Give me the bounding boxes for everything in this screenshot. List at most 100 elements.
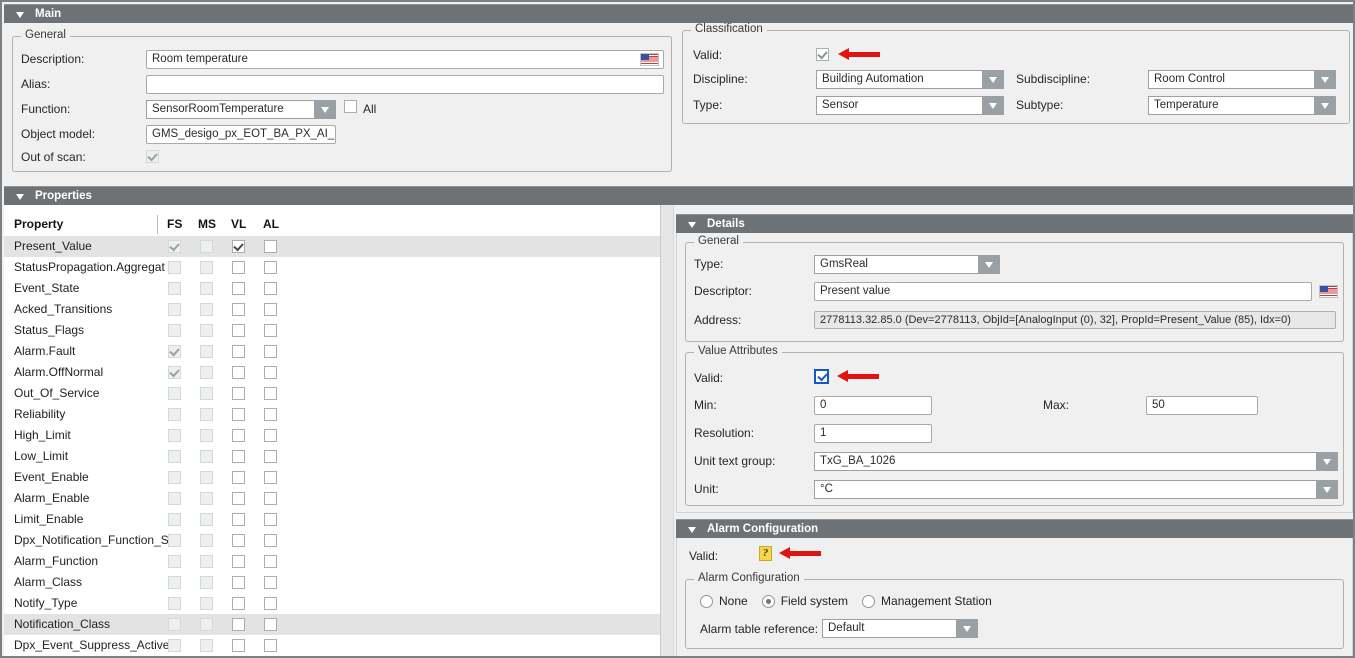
vl-checkbox[interactable] xyxy=(232,639,245,652)
al-checkbox[interactable] xyxy=(264,597,277,610)
table-row[interactable]: Acked_Transitions xyxy=(4,299,660,320)
column-header-property[interactable]: Property xyxy=(14,217,63,231)
ms-checkbox[interactable] xyxy=(200,303,213,316)
resolution-input[interactable]: 1 xyxy=(814,424,932,443)
al-checkbox[interactable] xyxy=(264,576,277,589)
undefined-state-help-icon[interactable]: ? xyxy=(759,546,772,561)
ms-checkbox[interactable] xyxy=(200,639,213,652)
ms-checkbox[interactable] xyxy=(200,324,213,337)
vl-checkbox[interactable] xyxy=(232,345,245,358)
ms-checkbox[interactable] xyxy=(200,513,213,526)
al-checkbox[interactable] xyxy=(264,324,277,337)
table-row[interactable]: High_Limit xyxy=(4,425,660,446)
al-checkbox[interactable] xyxy=(264,618,277,631)
ms-checkbox[interactable] xyxy=(200,576,213,589)
table-row[interactable]: StatusPropagation.Aggregat xyxy=(4,257,660,278)
column-header-vl[interactable]: VL xyxy=(231,217,246,231)
collapse-triangle-icon[interactable] xyxy=(688,527,696,533)
radio-option-field-system[interactable]: Field system xyxy=(762,594,848,608)
al-checkbox[interactable] xyxy=(264,240,277,253)
fs-checkbox[interactable] xyxy=(168,240,181,253)
fs-checkbox[interactable] xyxy=(168,471,181,484)
fs-checkbox[interactable] xyxy=(168,429,181,442)
fs-checkbox[interactable] xyxy=(168,576,181,589)
al-checkbox[interactable] xyxy=(264,282,277,295)
details-type-dropdown[interactable]: GmsReal xyxy=(814,255,1000,274)
object-model-input[interactable]: GMS_desigo_px_EOT_BA_PX_AI_10 xyxy=(146,125,336,144)
unit-text-group-dropdown[interactable]: TxG_BA_1026 xyxy=(814,452,1338,471)
vl-checkbox[interactable] xyxy=(232,387,245,400)
ms-checkbox[interactable] xyxy=(200,261,213,274)
fs-checkbox[interactable] xyxy=(168,324,181,337)
alias-input[interactable] xyxy=(146,75,664,94)
fs-checkbox[interactable] xyxy=(168,639,181,652)
table-row[interactable]: Present_Value xyxy=(4,236,660,257)
table-row[interactable]: Event_State xyxy=(4,278,660,299)
table-row[interactable]: Dpx_Notification_Function_S xyxy=(4,530,660,551)
fs-checkbox[interactable] xyxy=(168,534,181,547)
fs-checkbox[interactable] xyxy=(168,555,181,568)
fs-checkbox[interactable] xyxy=(168,513,181,526)
ms-checkbox[interactable] xyxy=(200,240,213,253)
fs-checkbox[interactable] xyxy=(168,408,181,421)
vl-checkbox[interactable] xyxy=(232,597,245,610)
al-checkbox[interactable] xyxy=(264,555,277,568)
ms-checkbox[interactable] xyxy=(200,429,213,442)
radio-option-none[interactable]: None xyxy=(700,594,748,608)
properties-section-header[interactable]: Properties xyxy=(4,186,1355,205)
table-row[interactable]: Notification_Class xyxy=(4,614,660,635)
vl-checkbox[interactable] xyxy=(232,513,245,526)
descriptor-input[interactable]: Present value xyxy=(814,282,1312,301)
table-row[interactable]: Alarm_Function xyxy=(4,551,660,572)
vl-checkbox[interactable] xyxy=(232,408,245,421)
ms-checkbox[interactable] xyxy=(200,492,213,505)
vl-checkbox[interactable] xyxy=(232,618,245,631)
table-row[interactable]: Reliability xyxy=(4,404,660,425)
column-header-fs[interactable]: FS xyxy=(167,217,182,231)
fs-checkbox[interactable] xyxy=(168,282,181,295)
table-row[interactable]: Out_Of_Service xyxy=(4,383,660,404)
fs-checkbox[interactable] xyxy=(168,618,181,631)
table-row[interactable]: Alarm_Enable xyxy=(4,488,660,509)
ms-checkbox[interactable] xyxy=(200,618,213,631)
collapse-triangle-icon[interactable] xyxy=(16,194,24,200)
table-row[interactable]: Alarm.OffNormal xyxy=(4,362,660,383)
table-row[interactable]: Low_Limit xyxy=(4,446,660,467)
al-checkbox[interactable] xyxy=(264,261,277,274)
al-checkbox[interactable] xyxy=(264,303,277,316)
function-dropdown[interactable]: SensorRoomTemperature xyxy=(146,100,336,119)
al-checkbox[interactable] xyxy=(264,345,277,358)
al-checkbox[interactable] xyxy=(264,492,277,505)
min-input[interactable]: 0 xyxy=(814,396,932,415)
ms-checkbox[interactable] xyxy=(200,345,213,358)
vl-checkbox[interactable] xyxy=(232,534,245,547)
unit-dropdown[interactable]: °C xyxy=(814,480,1338,499)
discipline-dropdown[interactable]: Building Automation xyxy=(816,70,1004,89)
main-section-header[interactable]: Main xyxy=(4,4,1355,23)
vl-checkbox[interactable] xyxy=(232,303,245,316)
vl-checkbox[interactable] xyxy=(232,261,245,274)
vl-checkbox[interactable] xyxy=(232,450,245,463)
al-checkbox[interactable] xyxy=(264,366,277,379)
subtype-dropdown[interactable]: Temperature xyxy=(1148,96,1336,115)
al-checkbox[interactable] xyxy=(264,471,277,484)
al-checkbox[interactable] xyxy=(264,513,277,526)
column-header-al[interactable]: AL xyxy=(263,217,279,231)
radio-icon[interactable] xyxy=(762,595,775,608)
fs-checkbox[interactable] xyxy=(168,345,181,358)
vl-checkbox[interactable] xyxy=(232,282,245,295)
table-row[interactable]: Alarm.Fault xyxy=(4,341,660,362)
vl-checkbox[interactable] xyxy=(232,324,245,337)
al-checkbox[interactable] xyxy=(264,429,277,442)
fs-checkbox[interactable] xyxy=(168,261,181,274)
fs-checkbox[interactable] xyxy=(168,387,181,400)
vl-checkbox[interactable] xyxy=(232,576,245,589)
al-checkbox[interactable] xyxy=(264,387,277,400)
ms-checkbox[interactable] xyxy=(200,450,213,463)
alarm-table-reference-dropdown[interactable]: Default xyxy=(822,619,978,638)
vl-checkbox[interactable] xyxy=(232,492,245,505)
radio-icon[interactable] xyxy=(862,595,875,608)
column-header-ms[interactable]: MS xyxy=(198,217,216,231)
vl-checkbox[interactable] xyxy=(232,471,245,484)
al-checkbox[interactable] xyxy=(264,408,277,421)
